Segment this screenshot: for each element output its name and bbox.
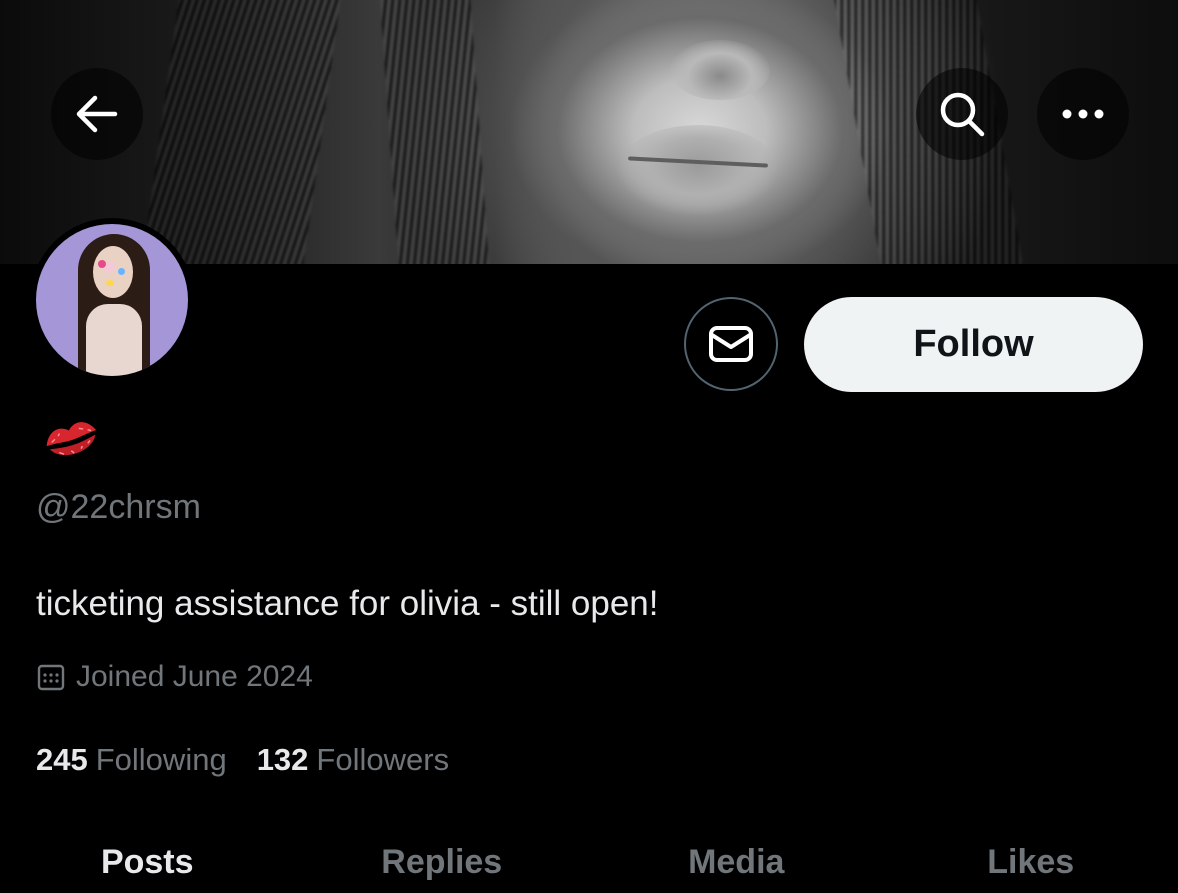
more-horizontal-icon: [1061, 108, 1105, 120]
following-label: Following: [96, 742, 227, 778]
kiss-mark-emoji: [42, 414, 102, 466]
tab-replies[interactable]: Replies: [295, 843, 590, 893]
following-count: 245: [36, 742, 88, 778]
tab-media[interactable]: Media: [589, 843, 884, 893]
display-name: [42, 414, 106, 470]
follow-stats: 245 Following 132 Followers: [36, 742, 449, 778]
avatar-face: [93, 246, 133, 298]
avatar-image: [36, 224, 188, 376]
banner-hair-mid: [379, 0, 491, 264]
profile-handle: @22chrsm: [36, 488, 201, 527]
banner-lips: [618, 125, 778, 215]
message-button[interactable]: [684, 297, 778, 391]
joined-text: Joined June 2024: [76, 660, 313, 694]
followers-link[interactable]: 132 Followers: [257, 742, 449, 778]
joined-date: Joined June 2024: [36, 660, 313, 694]
followers-label: Followers: [316, 742, 449, 778]
banner-nose: [670, 40, 770, 100]
search-button[interactable]: [916, 68, 1008, 160]
search-icon: [937, 89, 987, 139]
avatar[interactable]: [30, 218, 194, 382]
avatar-sticker: [98, 260, 106, 268]
avatar-sticker: [106, 280, 114, 286]
banner-hair-left: [139, 0, 342, 264]
calendar-icon: [36, 662, 66, 692]
tab-likes[interactable]: Likes: [884, 843, 1178, 893]
avatar-sticker: [118, 268, 125, 275]
avatar-body: [86, 304, 142, 376]
more-button[interactable]: [1037, 68, 1129, 160]
profile-bio: ticketing assistance for olivia - still …: [36, 584, 659, 624]
follow-button[interactable]: Follow: [804, 297, 1143, 392]
back-button[interactable]: [51, 68, 143, 160]
envelope-icon: [708, 325, 754, 363]
tab-posts[interactable]: Posts: [0, 843, 295, 893]
arrow-left-icon: [75, 94, 119, 134]
following-link[interactable]: 245 Following: [36, 742, 227, 778]
followers-count: 132: [257, 742, 309, 778]
profile-tabs: Posts Replies Media Likes: [0, 843, 1178, 893]
